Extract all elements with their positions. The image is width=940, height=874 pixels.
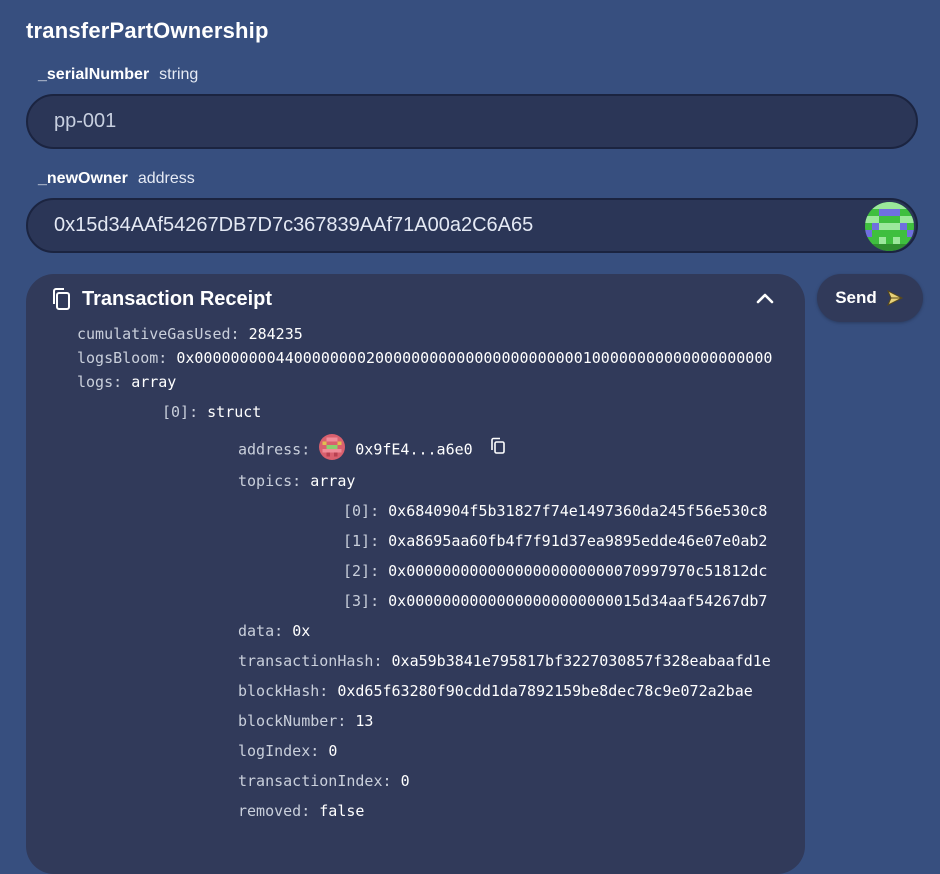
- send-icon: [885, 288, 905, 308]
- topic-row: [1]: 0xa8695aa60fb4f7f91d37ea9895edde46e…: [343, 532, 767, 550]
- topics-row: topics: array: [238, 472, 355, 490]
- topic-row: [2]: 0x00000000000000000000000070997970c…: [343, 562, 767, 580]
- field-value: 0: [400, 772, 410, 790]
- cumulative-gas-row: cumulativeGasUsed: 284235: [77, 325, 303, 343]
- array-index: [1]:: [343, 532, 380, 550]
- address-avatar-icon: [319, 434, 346, 460]
- block-hash-row: blockHash: 0xd65f63280f90cdd1da7892159be…: [238, 682, 753, 700]
- collapse-chevron-up-icon[interactable]: [753, 287, 777, 311]
- topic-row: [3]: 0x00000000000000000000000015d34aaf5…: [343, 592, 767, 610]
- field-key: cumulativeGasUsed:: [77, 325, 240, 343]
- array-index: [2]:: [343, 562, 380, 580]
- serial-number-label: _serialNumber string: [38, 66, 198, 84]
- serial-number-input[interactable]: pp-001: [26, 94, 918, 149]
- field-value: 0x00000000000000000000000015d34aaf54267d…: [388, 592, 768, 610]
- field-key: topics:: [238, 472, 302, 490]
- field-key: transactionIndex:: [238, 772, 392, 790]
- new-owner-input[interactable]: 0x15d34AAf54267DB7D7c367839AAf71A00a2C6A…: [26, 198, 918, 253]
- field-value: array: [131, 373, 177, 391]
- field-key: removed:: [238, 802, 311, 820]
- field-value: 0xa8695aa60fb4f7f91d37ea9895edde46e07e0a…: [388, 532, 768, 550]
- field-value: 0: [328, 742, 338, 760]
- log-index-row: logIndex: 0: [238, 742, 337, 760]
- copy-address-icon[interactable]: [490, 437, 506, 459]
- field-key: transactionHash:: [238, 652, 383, 670]
- array-index: [0]:: [343, 502, 380, 520]
- field-value: struct: [207, 403, 262, 421]
- function-title: transferPartOwnership: [26, 18, 269, 43]
- send-label: Send: [835, 288, 877, 307]
- field-value: array: [310, 472, 356, 490]
- field-key: data:: [238, 622, 284, 640]
- receipt-header: Transaction Receipt: [50, 284, 272, 314]
- field-value: 0xa59b3841e795817bf3227030857f328eabaafd…: [391, 652, 771, 670]
- transaction-index-row: transactionIndex: 0: [238, 772, 410, 790]
- param-type: address: [137, 170, 195, 187]
- param-name: _newOwner: [38, 170, 128, 187]
- log-entry-row: [0]: struct: [162, 403, 261, 421]
- array-index: [0]:: [162, 403, 199, 421]
- address-avatar-icon: [865, 202, 914, 251]
- field-value: 0x00000000044000000002000000000000000000…: [176, 349, 773, 367]
- field-value: 0xd65f63280f90cdd1da7892159be8dec78c9e07…: [337, 682, 753, 700]
- field-value: 0x6840904f5b31827f74e1497360da245f56e530…: [388, 502, 768, 520]
- receipt-title: Transaction Receipt: [82, 287, 273, 310]
- copy-icon: [50, 286, 74, 312]
- removed-row: removed: false: [238, 802, 364, 820]
- address-value: 0x9fE4...a6e0: [355, 440, 473, 459]
- field-value: 0x00000000000000000000000070997970c51812…: [388, 562, 768, 580]
- field-key: address:: [238, 440, 311, 459]
- field-value: false: [319, 802, 365, 820]
- field-key: logsBloom:: [77, 349, 168, 367]
- logs-bloom-row: logsBloom: 0x000000000440000000020000000…: [77, 349, 772, 367]
- new-owner-label: _newOwner address: [38, 170, 195, 188]
- field-value: 284235: [248, 325, 303, 343]
- log-address-row: address: 0x9fE4...a6e0: [238, 434, 506, 463]
- logs-row: logs: array: [77, 373, 176, 391]
- field-value: 13: [355, 712, 374, 730]
- block-number-row: blockNumber: 13: [238, 712, 373, 730]
- transaction-receipt-panel: Transaction Receipt cumulativeGasUsed: 2…: [26, 274, 805, 874]
- field-value: 0x: [292, 622, 311, 640]
- param-type: string: [159, 66, 199, 83]
- field-key: blockNumber:: [238, 712, 347, 730]
- send-button[interactable]: Send: [817, 274, 923, 322]
- new-owner-value: 0x15d34AAf54267DB7D7c367839AAf71A00a2C6A…: [54, 214, 534, 236]
- data-row: data: 0x: [238, 622, 310, 640]
- field-key: logs:: [77, 373, 123, 391]
- param-name: _serialNumber: [38, 66, 150, 83]
- array-index: [3]:: [343, 592, 380, 610]
- field-key: blockHash:: [238, 682, 329, 700]
- topic-row: [0]: 0x6840904f5b31827f74e1497360da245f5…: [343, 502, 767, 520]
- transaction-hash-row: transactionHash: 0xa59b3841e795817bf3227…: [238, 652, 771, 670]
- field-key: logIndex:: [238, 742, 320, 760]
- serial-number-value: pp-001: [54, 110, 117, 132]
